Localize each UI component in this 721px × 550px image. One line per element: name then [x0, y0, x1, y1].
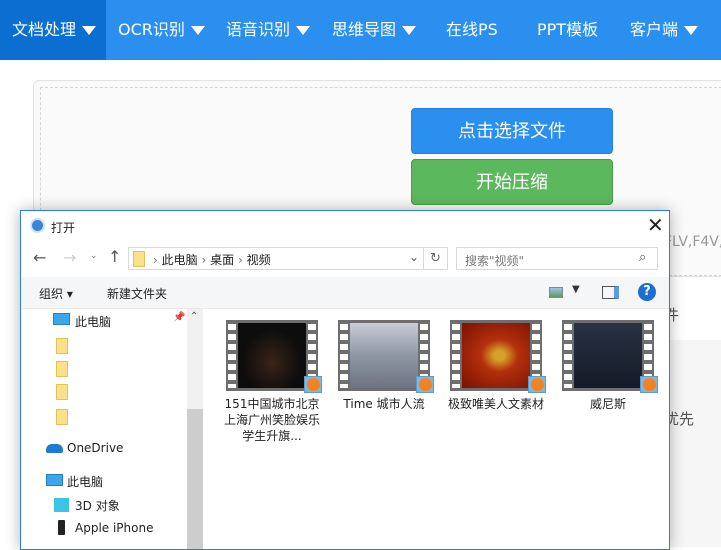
folder-icon[interactable] — [56, 409, 68, 425]
breadcrumb-item[interactable]: 此电脑 — [162, 253, 198, 267]
nav-quick-this-pc[interactable]: 此电脑 — [75, 313, 111, 330]
nav-item-mindmap[interactable]: 思维导图 — [332, 0, 417, 60]
pin-icon[interactable]: 📌 — [173, 312, 185, 323]
breadcrumb-item[interactable]: 桌面 — [210, 253, 234, 267]
video-thumbnail[interactable] — [450, 320, 546, 393]
file-name[interactable]: 151中国城市北京上海广州笑脸娱乐学生升旗... — [222, 396, 322, 444]
formats-text: FLV,F4V, — [664, 234, 721, 250]
start-compress-button[interactable]: 开始压缩 — [411, 159, 613, 205]
computer-icon — [53, 313, 70, 325]
computer-icon — [46, 474, 63, 486]
file-name[interactable]: Time 城市人流 — [334, 396, 434, 412]
search-placeholder: 搜索"视频" — [465, 254, 525, 268]
organize-label: 组织 — [39, 287, 64, 301]
address-dropdown-icon[interactable]: ⌄ — [409, 250, 419, 264]
nav-label: 语音识别 — [226, 20, 291, 39]
close-icon[interactable]: ✕ — [647, 213, 664, 237]
nav-onedrive[interactable]: OneDrive — [67, 441, 123, 455]
up-icon[interactable]: ↑ — [108, 247, 121, 266]
open-file-dialog: 打开 ✕ ← → ⌄ ↑ › 此电脑 › 桌面 › 视频 ⌄ ↻ 搜索"视频" … — [20, 210, 670, 550]
help-icon[interactable]: ? — [638, 283, 656, 301]
caret-down-icon — [402, 26, 417, 35]
app-logo-icon — [30, 218, 45, 233]
caret-down-icon — [684, 26, 699, 35]
video-thumbnail[interactable] — [338, 320, 434, 393]
media-player-icon — [416, 376, 434, 393]
nav-item-ps[interactable]: 在线PS — [446, 0, 498, 60]
view-options-icon[interactable] — [549, 287, 563, 298]
address-bar[interactable]: › 此电脑 › 桌面 › 视频 ⌄ ↻ — [128, 247, 448, 270]
folder-icon — [133, 251, 145, 267]
file-name[interactable]: 极致唯美人文素材 — [446, 396, 546, 412]
phone-icon — [58, 520, 65, 535]
caret-down-icon — [190, 26, 205, 35]
recent-dropdown-icon[interactable]: ⌄ — [90, 251, 98, 261]
media-player-icon — [528, 376, 546, 393]
view-dropdown-icon[interactable]: ▼ — [572, 284, 580, 295]
nav-label: OCR识别 — [118, 20, 185, 39]
scrollbar-thumb[interactable] — [187, 409, 203, 549]
nav-this-pc[interactable]: 此电脑 — [67, 473, 103, 490]
onedrive-icon — [46, 444, 63, 453]
video-thumbnail[interactable] — [562, 320, 658, 393]
top-nav: 文档处理 OCR识别 语音识别 思维导图 在线PS PPT模板 客户端 — [0, 0, 721, 60]
caret-down-icon — [82, 26, 97, 35]
folder-icon[interactable] — [56, 338, 68, 354]
scroll-up-icon[interactable]: ⌃ — [190, 311, 198, 322]
folder-icon[interactable] — [56, 361, 68, 377]
back-icon[interactable]: ← — [33, 248, 46, 267]
nav-apple-iphone[interactable]: Apple iPhone — [75, 521, 153, 535]
nav-label: PPT模板 — [537, 20, 599, 39]
nav-item-client[interactable]: 客户端 — [630, 0, 699, 60]
caret-down-icon — [296, 26, 311, 35]
forward-icon[interactable]: → — [63, 248, 76, 267]
preview-pane-icon[interactable] — [602, 286, 619, 299]
dialog-toolbar: 组织 ▾ 新建文件夹 ▼ ? — [21, 277, 669, 309]
3d-objects-icon — [54, 498, 69, 512]
file-name[interactable]: 威尼斯 — [558, 396, 658, 412]
nav-label: 文档处理 — [12, 20, 77, 39]
media-player-icon — [304, 376, 322, 393]
video-thumbnail[interactable] — [226, 320, 322, 393]
dialog-title: 打开 — [51, 221, 76, 235]
select-file-button[interactable]: 点击选择文件 — [411, 108, 613, 154]
organize-button[interactable]: 组织 ▾ — [39, 285, 73, 302]
nav-item-ocr[interactable]: OCR识别 — [118, 0, 205, 60]
nav-item-doc[interactable]: 文档处理 — [0, 0, 106, 60]
refresh-icon[interactable]: ↻ — [423, 248, 447, 269]
nav-3d-objects[interactable]: 3D 对象 — [75, 497, 120, 514]
nav-scrollbar[interactable]: ⌃ — [187, 309, 203, 549]
media-player-icon — [640, 376, 658, 393]
breadcrumb-item[interactable]: 视频 — [247, 253, 271, 267]
new-folder-button[interactable]: 新建文件夹 — [107, 285, 167, 302]
search-icon: ⌕ — [639, 250, 647, 265]
nav-item-ppt[interactable]: PPT模板 — [537, 0, 598, 60]
nav-label: 思维导图 — [332, 20, 397, 39]
nav-label: 在线PS — [446, 20, 498, 39]
nav-item-voice[interactable]: 语音识别 — [226, 0, 311, 60]
navigation-pane: 此电脑 📌 OneDrive 此电脑 3D 对象 Apple iPhone — [21, 309, 187, 549]
search-input[interactable]: 搜索"视频" ⌕ — [456, 247, 658, 270]
folder-icon[interactable] — [56, 384, 68, 400]
nav-label: 客户端 — [630, 20, 679, 39]
